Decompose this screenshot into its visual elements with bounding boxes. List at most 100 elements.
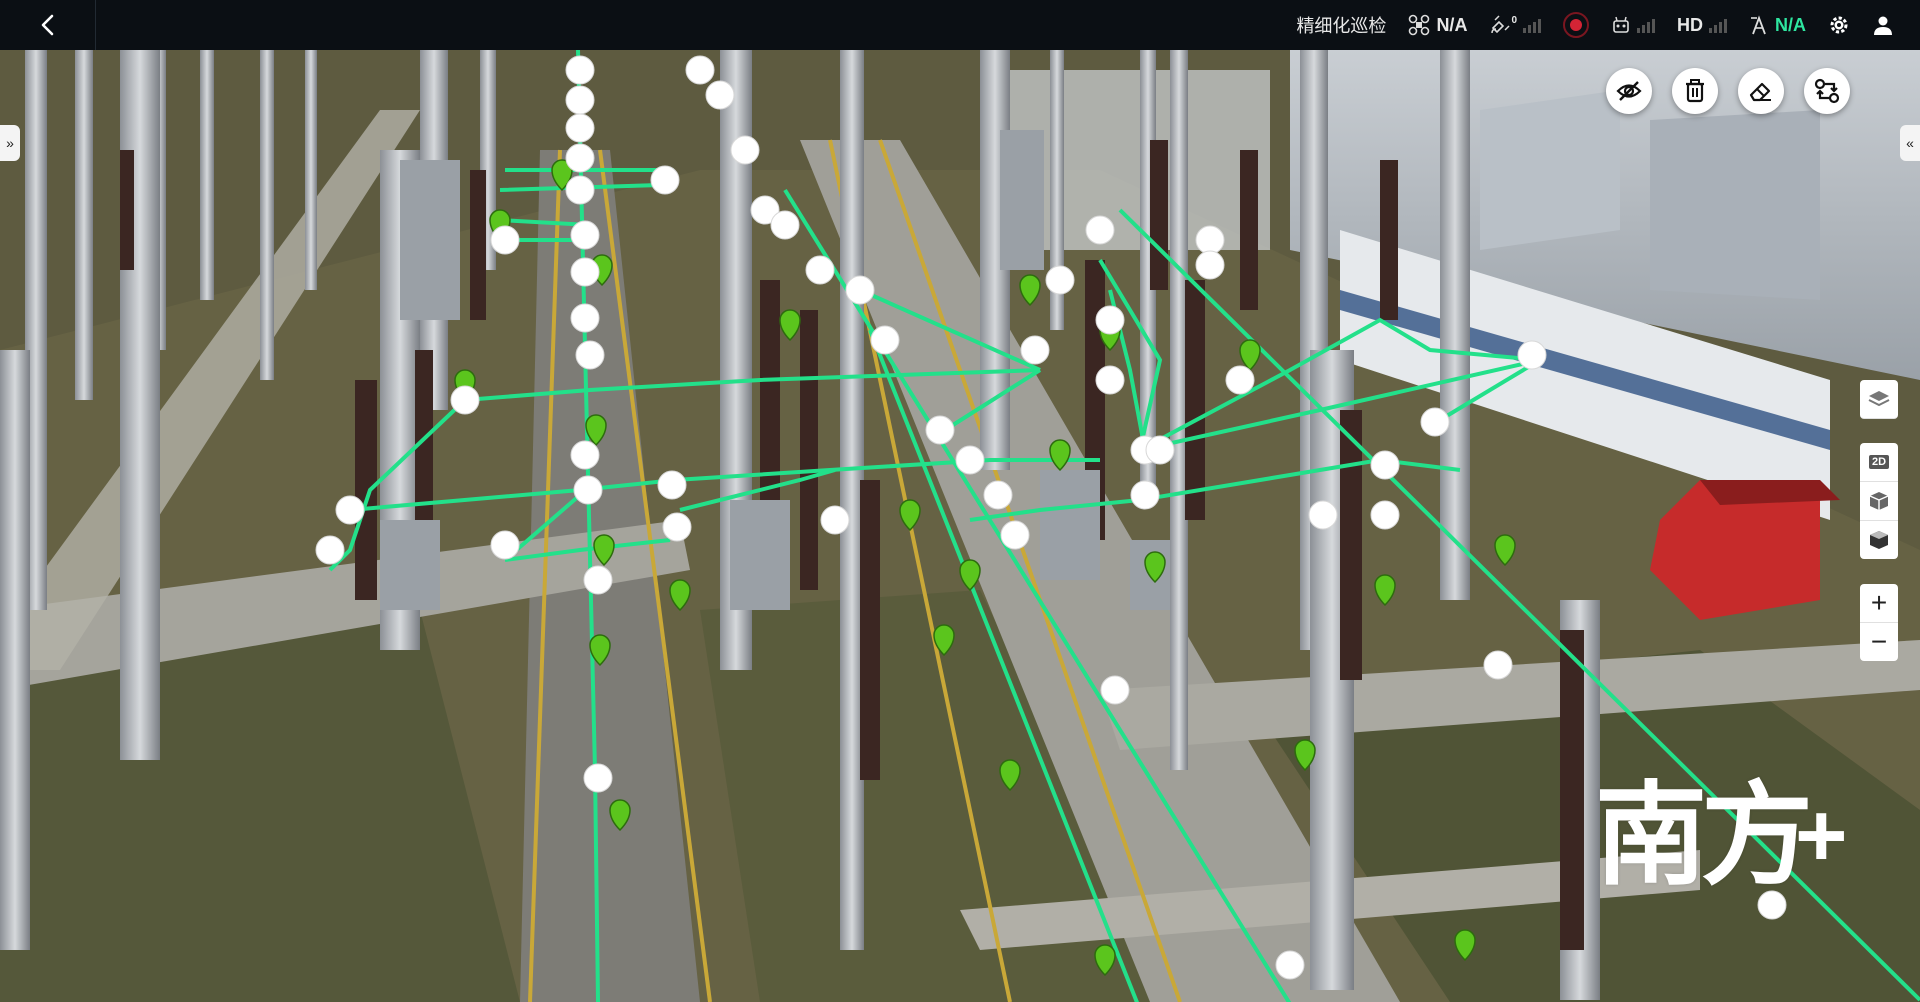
waypoint[interactable] bbox=[565, 85, 595, 115]
waypoint[interactable] bbox=[1225, 365, 1255, 395]
video-link-status[interactable]: HD bbox=[1677, 15, 1727, 36]
trash-icon bbox=[1686, 79, 1704, 103]
rtk-icon bbox=[1751, 15, 1766, 35]
waypoint[interactable] bbox=[650, 165, 680, 195]
video-quality-label: HD bbox=[1677, 14, 1703, 35]
waypoint[interactable] bbox=[820, 505, 850, 535]
drone-status-text: N/A bbox=[1436, 14, 1468, 35]
waypoint[interactable] bbox=[1000, 520, 1030, 550]
watermark-plus: + bbox=[1795, 786, 1848, 886]
cube-solid-icon bbox=[1869, 492, 1889, 510]
gps-status[interactable]: 0 bbox=[1489, 14, 1541, 36]
settings-button[interactable] bbox=[1828, 14, 1850, 36]
waypoint[interactable] bbox=[1370, 450, 1400, 480]
waypoint[interactable] bbox=[490, 530, 520, 560]
waypoint[interactable] bbox=[730, 135, 760, 165]
view-3d-wire-button[interactable] bbox=[1860, 521, 1898, 559]
remote-controller-icon bbox=[1613, 16, 1629, 33]
3d-map-viewport[interactable]: » « 2D + − 南方 + bbox=[0, 50, 1920, 1002]
waypoint[interactable] bbox=[575, 340, 605, 370]
waypoint[interactable] bbox=[662, 512, 692, 542]
rtk-status[interactable]: N/A bbox=[1749, 14, 1806, 36]
waypoint[interactable] bbox=[805, 255, 835, 285]
hide-visibility-button[interactable] bbox=[1606, 68, 1652, 114]
waypoint[interactable] bbox=[1483, 650, 1513, 680]
waypoint[interactable] bbox=[983, 480, 1013, 510]
view-2d-icon: 2D bbox=[1868, 455, 1890, 469]
waypoint[interactable] bbox=[1195, 250, 1225, 280]
waypoint[interactable] bbox=[870, 325, 900, 355]
waypoint[interactable] bbox=[1195, 225, 1225, 255]
delete-button[interactable] bbox=[1672, 68, 1718, 114]
waypoint[interactable] bbox=[570, 220, 600, 250]
waypoint[interactable] bbox=[583, 763, 613, 793]
rc-signal-bars bbox=[1637, 17, 1655, 33]
eraser-button[interactable] bbox=[1738, 68, 1784, 114]
view-2d-button[interactable]: 2D bbox=[1860, 443, 1898, 482]
view-mode-group: 2D bbox=[1860, 443, 1898, 559]
waypoint[interactable] bbox=[925, 415, 955, 445]
waypoint[interactable] bbox=[1100, 675, 1130, 705]
waypoint[interactable] bbox=[1370, 500, 1400, 530]
waypoint[interactable] bbox=[1145, 435, 1175, 465]
rtk-status-text: N/A bbox=[1775, 14, 1806, 35]
waypoint[interactable] bbox=[845, 275, 875, 305]
record-icon[interactable] bbox=[1563, 12, 1589, 38]
waypoint[interactable] bbox=[315, 535, 345, 565]
swap-route-button[interactable] bbox=[1804, 68, 1850, 114]
waypoint[interactable] bbox=[1095, 365, 1125, 395]
back-arrow-icon bbox=[41, 14, 53, 36]
waypoint[interactable] bbox=[1085, 215, 1115, 245]
waypoint[interactable] bbox=[685, 55, 715, 85]
waypoint[interactable] bbox=[573, 475, 603, 505]
waypoint[interactable] bbox=[570, 440, 600, 470]
waypoint[interactable] bbox=[1420, 407, 1450, 437]
view-3d-solid-button[interactable] bbox=[1860, 482, 1898, 521]
back-button[interactable] bbox=[0, 0, 96, 50]
right-panel-expand-tab[interactable]: « bbox=[1900, 125, 1920, 161]
satellite-icon bbox=[1491, 15, 1510, 34]
waypoint[interactable] bbox=[1130, 480, 1160, 510]
waypoint[interactable] bbox=[657, 470, 687, 500]
status-area: 精细化巡检 N/A 0 HD N/A bbox=[1296, 12, 1920, 38]
waypoint[interactable] bbox=[450, 385, 480, 415]
layer-tool-group bbox=[1860, 380, 1898, 419]
remote-controller-status[interactable] bbox=[1611, 15, 1655, 35]
waypoint[interactable] bbox=[705, 80, 735, 110]
route-swap-icon bbox=[1814, 78, 1840, 104]
waypoint[interactable] bbox=[335, 495, 365, 525]
gear-icon bbox=[1830, 16, 1848, 34]
waypoint[interactable] bbox=[1095, 305, 1125, 335]
waypoint[interactable] bbox=[570, 303, 600, 333]
waypoint[interactable] bbox=[1045, 265, 1075, 295]
zoom-out-icon: − bbox=[1870, 626, 1888, 657]
waypoint[interactable] bbox=[570, 257, 600, 287]
user-button[interactable] bbox=[1872, 14, 1894, 36]
watermark-logo: 南方 bbox=[1595, 770, 1813, 901]
layers-button[interactable] bbox=[1860, 380, 1898, 419]
eye-off-icon bbox=[1616, 81, 1642, 101]
waypoint[interactable] bbox=[490, 225, 520, 255]
gps-signal-bars bbox=[1523, 17, 1541, 33]
waypoint[interactable] bbox=[1020, 335, 1050, 365]
layers-icon bbox=[1868, 391, 1890, 407]
waypoint[interactable] bbox=[1275, 950, 1305, 980]
waypoint[interactable] bbox=[565, 113, 595, 143]
waypoint[interactable] bbox=[565, 55, 595, 85]
drone-status[interactable]: N/A bbox=[1408, 14, 1467, 36]
zoom-in-icon: + bbox=[1870, 587, 1888, 618]
waypoint[interactable] bbox=[1308, 500, 1338, 530]
top-status-bar: 精细化巡检 N/A 0 HD N/A bbox=[0, 0, 1920, 50]
cube-wire-icon bbox=[1870, 531, 1888, 549]
zoom-group: + − bbox=[1860, 584, 1898, 661]
waypoint[interactable] bbox=[583, 565, 613, 595]
zoom-in-button[interactable]: + bbox=[1860, 584, 1898, 623]
left-panel-expand-tab[interactable]: » bbox=[0, 125, 20, 161]
waypoint[interactable] bbox=[955, 445, 985, 475]
waypoint[interactable] bbox=[770, 210, 800, 240]
inspection-mode-label: 精细化巡检 bbox=[1296, 16, 1387, 36]
waypoint[interactable] bbox=[565, 175, 595, 205]
waypoint[interactable] bbox=[565, 143, 595, 173]
waypoint[interactable] bbox=[1517, 340, 1547, 370]
zoom-out-button[interactable]: − bbox=[1860, 623, 1898, 661]
